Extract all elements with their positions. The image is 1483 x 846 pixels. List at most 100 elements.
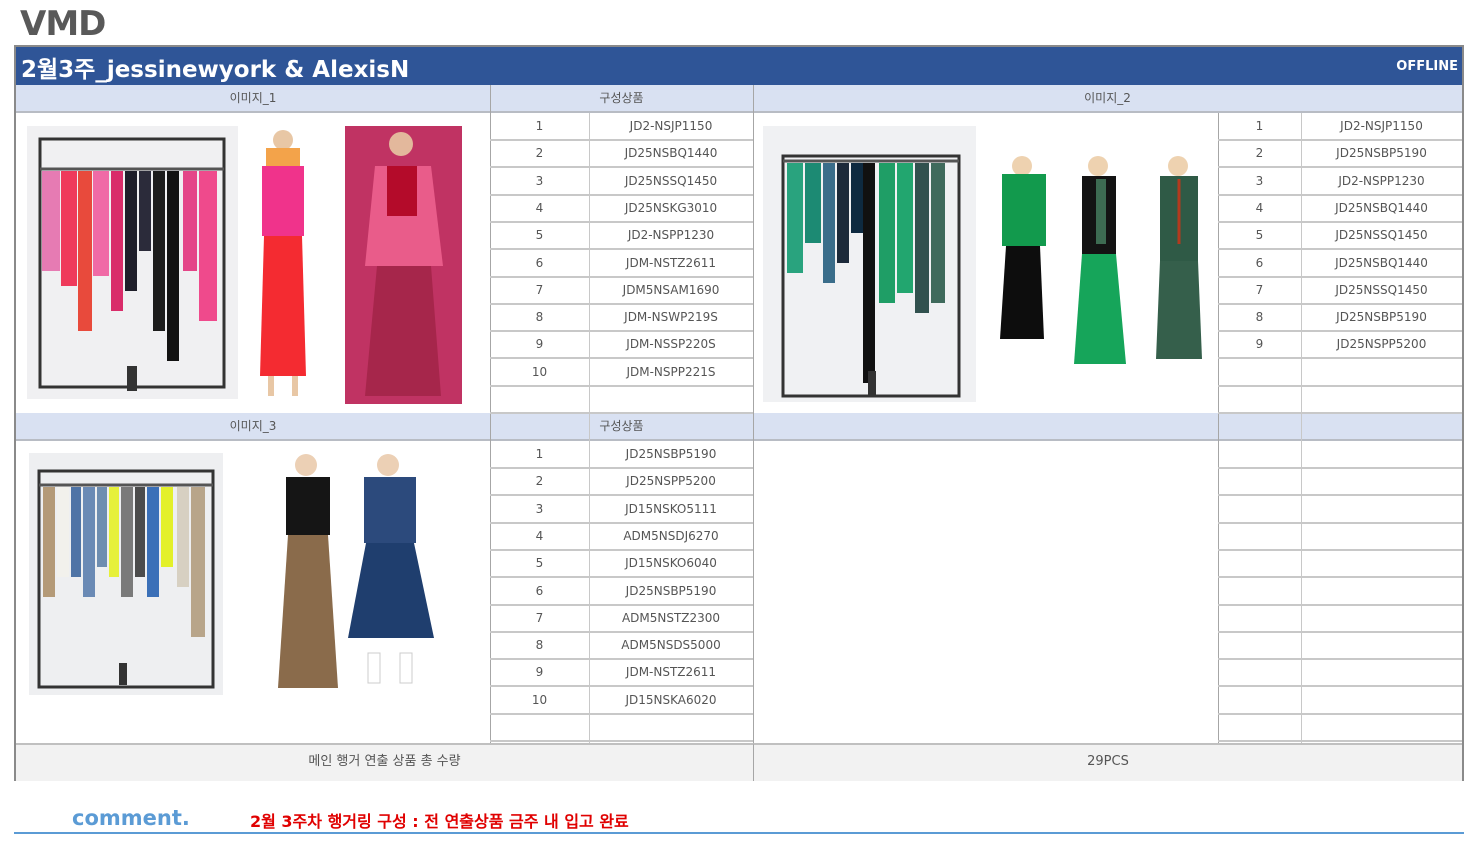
table-row: 10 JD15NSKA6020 (490, 688, 753, 715)
table-row: 10 JDM-NSPP221S (490, 360, 753, 387)
vmd-logo: VMD (20, 4, 106, 44)
header-products-3: 구성상품 (490, 413, 753, 441)
product-code: ADM5NSTZ2300 (621, 610, 721, 625)
total-quantity-label: 메인 행거 연출 상품 총 수량 (16, 743, 753, 781)
product-code: JD2-NSPP1230 (1338, 173, 1425, 188)
table-row: 5 JD2-NSPP1230 (490, 223, 753, 251)
vmd-sheet: 2월3주_jessinewyork & AlexisN OFFLINE 이미지_… (14, 45, 1464, 781)
table-row: 5 JD15NSKO6040 (490, 551, 753, 579)
product-code: JD25NSBP5190 (1336, 310, 1427, 325)
row-number: 3 (535, 501, 544, 516)
table-row (1218, 469, 1462, 497)
header-image-3: 이미지_3 (16, 413, 490, 441)
model-photos-3 (264, 453, 436, 723)
row-number: 9 (535, 337, 544, 352)
row-number: 1 (535, 119, 544, 133)
row-number: 1 (1255, 119, 1264, 133)
row-number: 7 (535, 610, 544, 625)
product-code: JD25NSPP5200 (1336, 337, 1427, 352)
table-row: 7 ADM5NSTZ2300 (490, 606, 753, 633)
product-code: JD15NSKA6020 (625, 692, 717, 707)
table-row: 3 JD25NSSQ1450 (490, 169, 753, 196)
table-row: 6 JDM-NSTZ2611 (490, 251, 753, 278)
table-row (490, 715, 753, 742)
row-number: 8 (535, 310, 544, 325)
row-number: 4 (535, 200, 544, 215)
table-row: 8 JD25NSBP5190 (1218, 305, 1462, 333)
table-row (1218, 442, 1462, 469)
table-row: 3 JD15NSKO5111 (490, 497, 753, 524)
table-row: 4 ADM5NSDJ6270 (490, 524, 753, 551)
table-row (1218, 606, 1462, 633)
table-row (1218, 633, 1462, 661)
rack-photo-2 (763, 126, 976, 402)
table-row (1218, 524, 1462, 551)
rack-photo-3 (29, 453, 223, 695)
row-number: 2 (535, 474, 544, 489)
model-photo-1a (242, 126, 324, 404)
table-row: 7 JD25NSSQ1450 (1218, 278, 1462, 305)
total-quantity-value: 29PCS (753, 743, 1462, 781)
product-code: JD25NSBP5190 (625, 447, 717, 461)
product-code: JDM-NSTZ2611 (625, 255, 717, 270)
product-code: JDM-NSSP220S (626, 337, 716, 352)
table-row: 1 JD2-NSJP1150 (490, 114, 753, 141)
header-image-1: 이미지_1 (16, 85, 490, 113)
row-number: 4 (535, 528, 544, 543)
table-row: 9 JD25NSPP5200 (1218, 332, 1462, 360)
table-row (1218, 579, 1462, 606)
grid-line (753, 85, 754, 781)
row-number: 6 (535, 255, 544, 270)
product-code: JD25NSSQ1450 (1335, 228, 1428, 243)
row-number: 5 (535, 228, 544, 243)
table-row (1218, 660, 1462, 688)
product-code: JD2-NSPP1230 (627, 228, 715, 243)
row-number: 9 (535, 665, 544, 680)
product-code: JDM5NSAM1690 (622, 282, 720, 297)
row-number: 3 (1255, 173, 1264, 188)
product-code: JD25NSBQ1440 (624, 146, 718, 161)
row-number: 7 (535, 282, 544, 297)
row-number: 10 (531, 692, 548, 707)
product-code: ADM5NSDJ6270 (623, 528, 719, 543)
product-code: JD25NSSQ1450 (1335, 282, 1428, 297)
table-row: 5 JD25NSSQ1450 (1218, 223, 1462, 251)
row-number: 4 (1255, 200, 1264, 215)
table-row: 4 JD25NSKG3010 (490, 196, 753, 223)
header-blank (753, 413, 1462, 441)
channel-label: OFFLINE (1396, 59, 1458, 74)
table-row: 7 JDM5NSAM1690 (490, 278, 753, 305)
product-code: JD2-NSJP1150 (629, 119, 713, 133)
header-image-2: 이미지_2 (753, 85, 1462, 113)
row-number: 2 (1255, 146, 1264, 161)
rack-photo-1 (27, 126, 238, 399)
table-row (1218, 715, 1462, 742)
table-row: 2 JD25NSBQ1440 (490, 141, 753, 169)
header-products-1: 구성상품 (490, 85, 753, 113)
product-code: JD25NSPP5200 (626, 474, 716, 489)
model-photos-2 (988, 154, 1214, 394)
product-code: JD15NSKO6040 (625, 556, 717, 571)
table-row (1218, 497, 1462, 524)
product-code: JD25NSKG3010 (624, 200, 718, 215)
table-row (1218, 360, 1462, 387)
table-row: 1 JD2-NSJP1150 (1218, 114, 1462, 141)
row-number: 7 (1255, 282, 1264, 297)
sheet-title: 2월3주_jessinewyork & AlexisN (21, 57, 410, 83)
table-row: 3 JD2-NSPP1230 (1218, 169, 1462, 196)
table-row (490, 387, 753, 414)
product-code: ADM5NSDS5000 (621, 638, 721, 653)
row-number: 10 (531, 364, 548, 379)
product-code: JD25NSBP5190 (1336, 146, 1427, 161)
row-number: 5 (1255, 228, 1264, 243)
title-bar: 2월3주_jessinewyork & AlexisN OFFLINE (16, 47, 1462, 85)
table-row: 9 JDM-NSSP220S (490, 332, 753, 360)
table-row (1218, 551, 1462, 579)
table-row: 8 ADM5NSDS5000 (490, 633, 753, 661)
comment-label: comment. (72, 806, 190, 830)
table-row: 2 JD25NSPP5200 (490, 469, 753, 497)
table-row: 6 JD25NSBQ1440 (1218, 251, 1462, 278)
table-row: 9 JDM-NSTZ2611 (490, 660, 753, 688)
table-row: 6 JD25NSBP5190 (490, 579, 753, 606)
table-row (1218, 387, 1462, 414)
